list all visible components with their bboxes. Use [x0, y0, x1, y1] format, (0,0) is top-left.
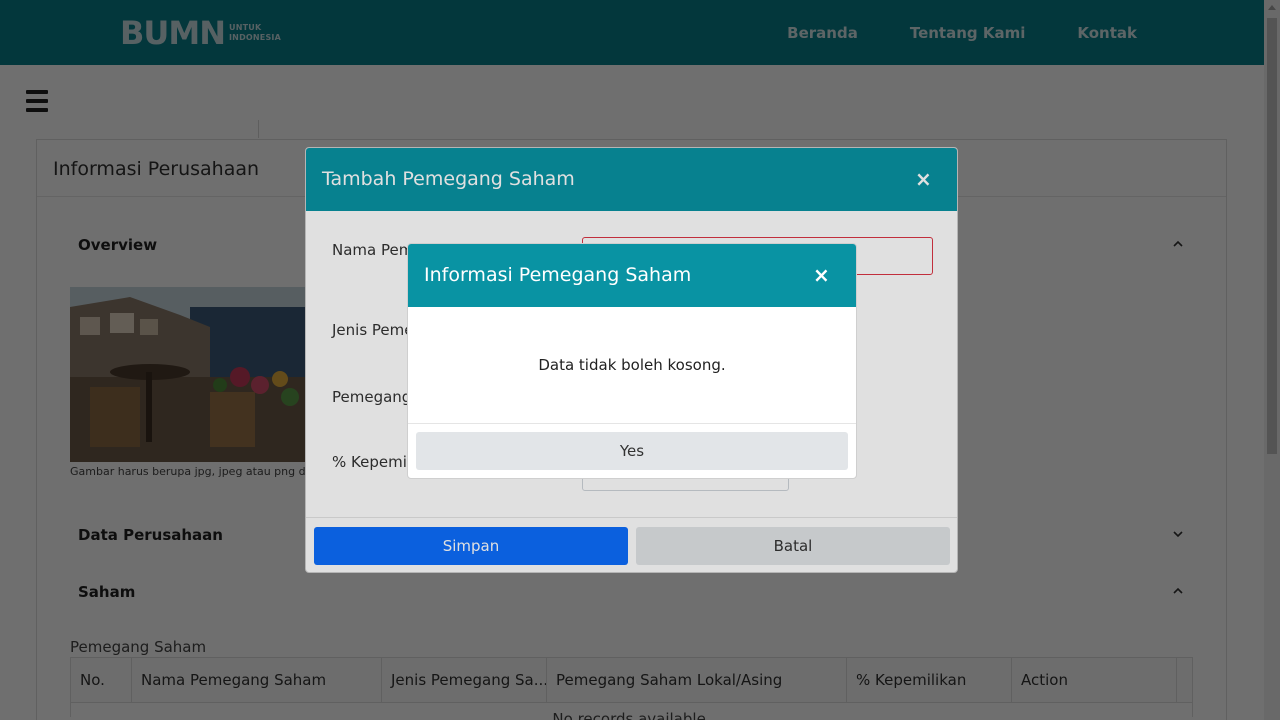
modal-title: Informasi Pemegang Saham [424, 264, 692, 286]
yes-button[interactable]: Yes [416, 432, 848, 470]
divider [408, 423, 856, 424]
close-icon[interactable]: × [813, 263, 830, 287]
info-alert-modal: Informasi Pemegang Saham × Data tidak bo… [407, 243, 857, 479]
modal-header: Informasi Pemegang Saham × [408, 244, 856, 307]
alert-message: Data tidak boleh kosong. [538, 356, 726, 374]
